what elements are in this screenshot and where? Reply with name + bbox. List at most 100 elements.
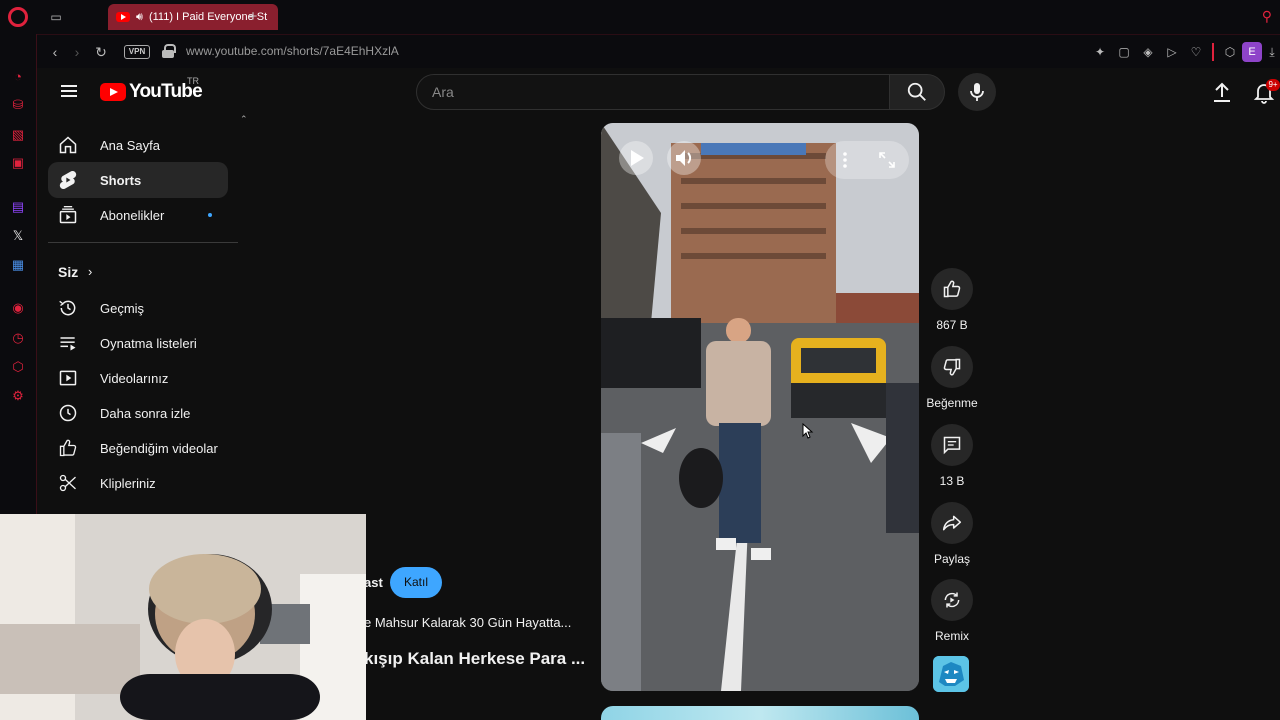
url-field[interactable]: www.youtube.com/shorts/7aE4EhHXzlA: [186, 44, 399, 58]
short-video-player[interactable]: [601, 123, 919, 691]
sidebar-item-label: Shorts: [100, 172, 142, 188]
download-icon[interactable]: ⤓: [1264, 44, 1280, 60]
sidebar-item-home[interactable]: Ana Sayfa: [48, 127, 228, 163]
sidebar-item-playlists[interactable]: Oynatma listeleri: [48, 325, 228, 361]
sidebar-item-your-videos[interactable]: Videolarınız: [48, 360, 228, 396]
speed-dial-icon[interactable]: ◔: [10, 68, 26, 84]
send-icon[interactable]: ▷: [1164, 44, 1180, 60]
new-tab-button[interactable]: +: [244, 8, 262, 26]
menu-icon[interactable]: [58, 80, 80, 102]
remix-button[interactable]: Remix: [930, 579, 974, 643]
like-circle[interactable]: [931, 268, 973, 310]
webcam-feed: [0, 514, 366, 720]
messenger-icon[interactable]: ▣: [10, 155, 26, 171]
like-button[interactable]: 867 B: [930, 268, 974, 332]
twitch-icon[interactable]: ▤: [10, 199, 26, 215]
settings-icon[interactable]: ⚙: [10, 388, 26, 404]
sidebar-item-label: Beğendiğim videolar: [100, 440, 218, 456]
search-button[interactable]: [889, 74, 945, 110]
video-frame: [601, 123, 919, 691]
search-input[interactable]: [417, 75, 889, 109]
address-bar: ‹ › ↻ VPN www.youtube.com/shorts/7aE4EhH…: [36, 34, 1280, 68]
channel-avatar[interactable]: [933, 656, 969, 692]
sidebar-item-clips[interactable]: Klipleriniz: [48, 465, 228, 501]
volume-button[interactable]: [667, 141, 701, 175]
country-code: TR: [187, 76, 199, 86]
short-title[interactable]: kışıp Kalan Herkese Para ...: [364, 649, 585, 669]
mic-icon: [970, 83, 984, 101]
youtube-logo[interactable]: YouTube TR: [100, 76, 203, 103]
toolbar-separator: [1212, 43, 1214, 61]
webcam-overlay: [0, 514, 366, 720]
aria-icon[interactable]: ⛁: [10, 97, 26, 113]
speaker-icon[interactable]: 🔊︎: [136, 11, 143, 24]
sidebar-divider: [48, 242, 238, 243]
dislike-circle[interactable]: [931, 346, 973, 388]
channel-name[interactable]: ast: [364, 575, 383, 590]
lock-icon[interactable]: [162, 44, 176, 58]
workspaces-icon[interactable]: ▭: [48, 9, 64, 25]
upload-button[interactable]: [1210, 80, 1234, 104]
notification-badge: 9+: [1266, 79, 1280, 91]
share-button[interactable]: Paylaş: [930, 502, 974, 566]
reload-button[interactable]: ↻: [92, 43, 110, 61]
you-section-title[interactable]: Siz: [58, 264, 78, 280]
profile-avatar[interactable]: E: [1242, 42, 1262, 62]
history-rail-icon[interactable]: ◷: [10, 330, 26, 346]
comments-circle[interactable]: [931, 424, 973, 466]
tab-bar: ▭ 🔊︎ (111) I Paid Everyone St + ⚲: [36, 0, 1280, 34]
sidebar-item-history[interactable]: Geçmiş: [48, 290, 228, 326]
chevron-right-icon[interactable]: ›: [88, 264, 92, 279]
player-icon[interactable]: ◉: [10, 300, 26, 316]
extensions-rail-icon[interactable]: ⬡: [10, 359, 26, 375]
comment-icon: [943, 436, 961, 455]
search-box: [416, 74, 890, 110]
fullscreen-icon[interactable]: [878, 151, 896, 169]
notes-icon[interactable]: ▧: [10, 127, 26, 143]
sidebar-item-label: Abonelikler: [100, 207, 165, 223]
sidebar-item-label: Geçmiş: [100, 300, 145, 316]
player-options-pill: [825, 141, 909, 179]
new-content-dot: [208, 213, 212, 217]
join-button[interactable]: Katıl: [390, 567, 442, 598]
sidebar-item-liked-videos[interactable]: Beğendiğim videolar: [48, 430, 228, 466]
forward-button[interactable]: ›: [68, 43, 86, 61]
mouse-cursor-icon: [802, 423, 814, 439]
tab-search-icon[interactable]: ⚲: [1262, 8, 1272, 25]
scroll-up-caret-icon[interactable]: ⌃: [240, 114, 248, 125]
remix-label: Remix: [934, 629, 969, 643]
extensions-icon[interactable]: ⬡: [1222, 44, 1238, 60]
sidebar-item-label: Oynatma listeleri: [100, 335, 197, 351]
remix-circle[interactable]: [931, 579, 973, 621]
sidebar-item-label: Klipleriniz: [100, 475, 156, 491]
comments-button[interactable]: 13 B: [930, 424, 974, 488]
opera-logo-icon[interactable]: [8, 7, 28, 27]
translate-icon[interactable]: ▦: [10, 257, 26, 273]
more-vert-icon[interactable]: [840, 150, 850, 170]
voice-search-button[interactable]: [958, 73, 996, 111]
thumbs-up-icon: [943, 280, 961, 298]
upload-icon: [1214, 82, 1230, 102]
playlists-icon: [60, 337, 76, 351]
sidebar-item-label: Ana Sayfa: [100, 137, 160, 153]
next-short-preview[interactable]: [601, 706, 919, 720]
sidebar-item-watch-later[interactable]: Daha sonra izle: [48, 395, 228, 431]
sidebar-item-shorts[interactable]: Shorts: [48, 162, 228, 198]
history-icon: [59, 300, 76, 316]
sidebar-item-subscriptions[interactable]: Abonelikler: [48, 197, 228, 233]
vpn-badge[interactable]: VPN: [124, 45, 150, 59]
shield-icon[interactable]: ◈: [1140, 44, 1156, 60]
home-icon: [59, 136, 77, 154]
snapshot-icon[interactable]: ▢: [1116, 44, 1132, 60]
play-button[interactable]: [619, 141, 653, 175]
search-icon: [907, 82, 926, 101]
dislike-button[interactable]: Beğenme: [926, 346, 978, 410]
back-button[interactable]: ‹: [46, 43, 64, 61]
pin-icon[interactable]: ✦: [1092, 44, 1108, 60]
x-icon[interactable]: 𝕏: [10, 228, 26, 244]
share-circle[interactable]: [931, 502, 973, 544]
watch-later-icon: [59, 404, 77, 422]
heart-icon[interactable]: ♡: [1188, 44, 1204, 60]
like-count: 867 B: [936, 318, 968, 332]
related-video-link[interactable]: e Mahsur Kalarak 30 Gün Hayatta...: [364, 615, 571, 630]
